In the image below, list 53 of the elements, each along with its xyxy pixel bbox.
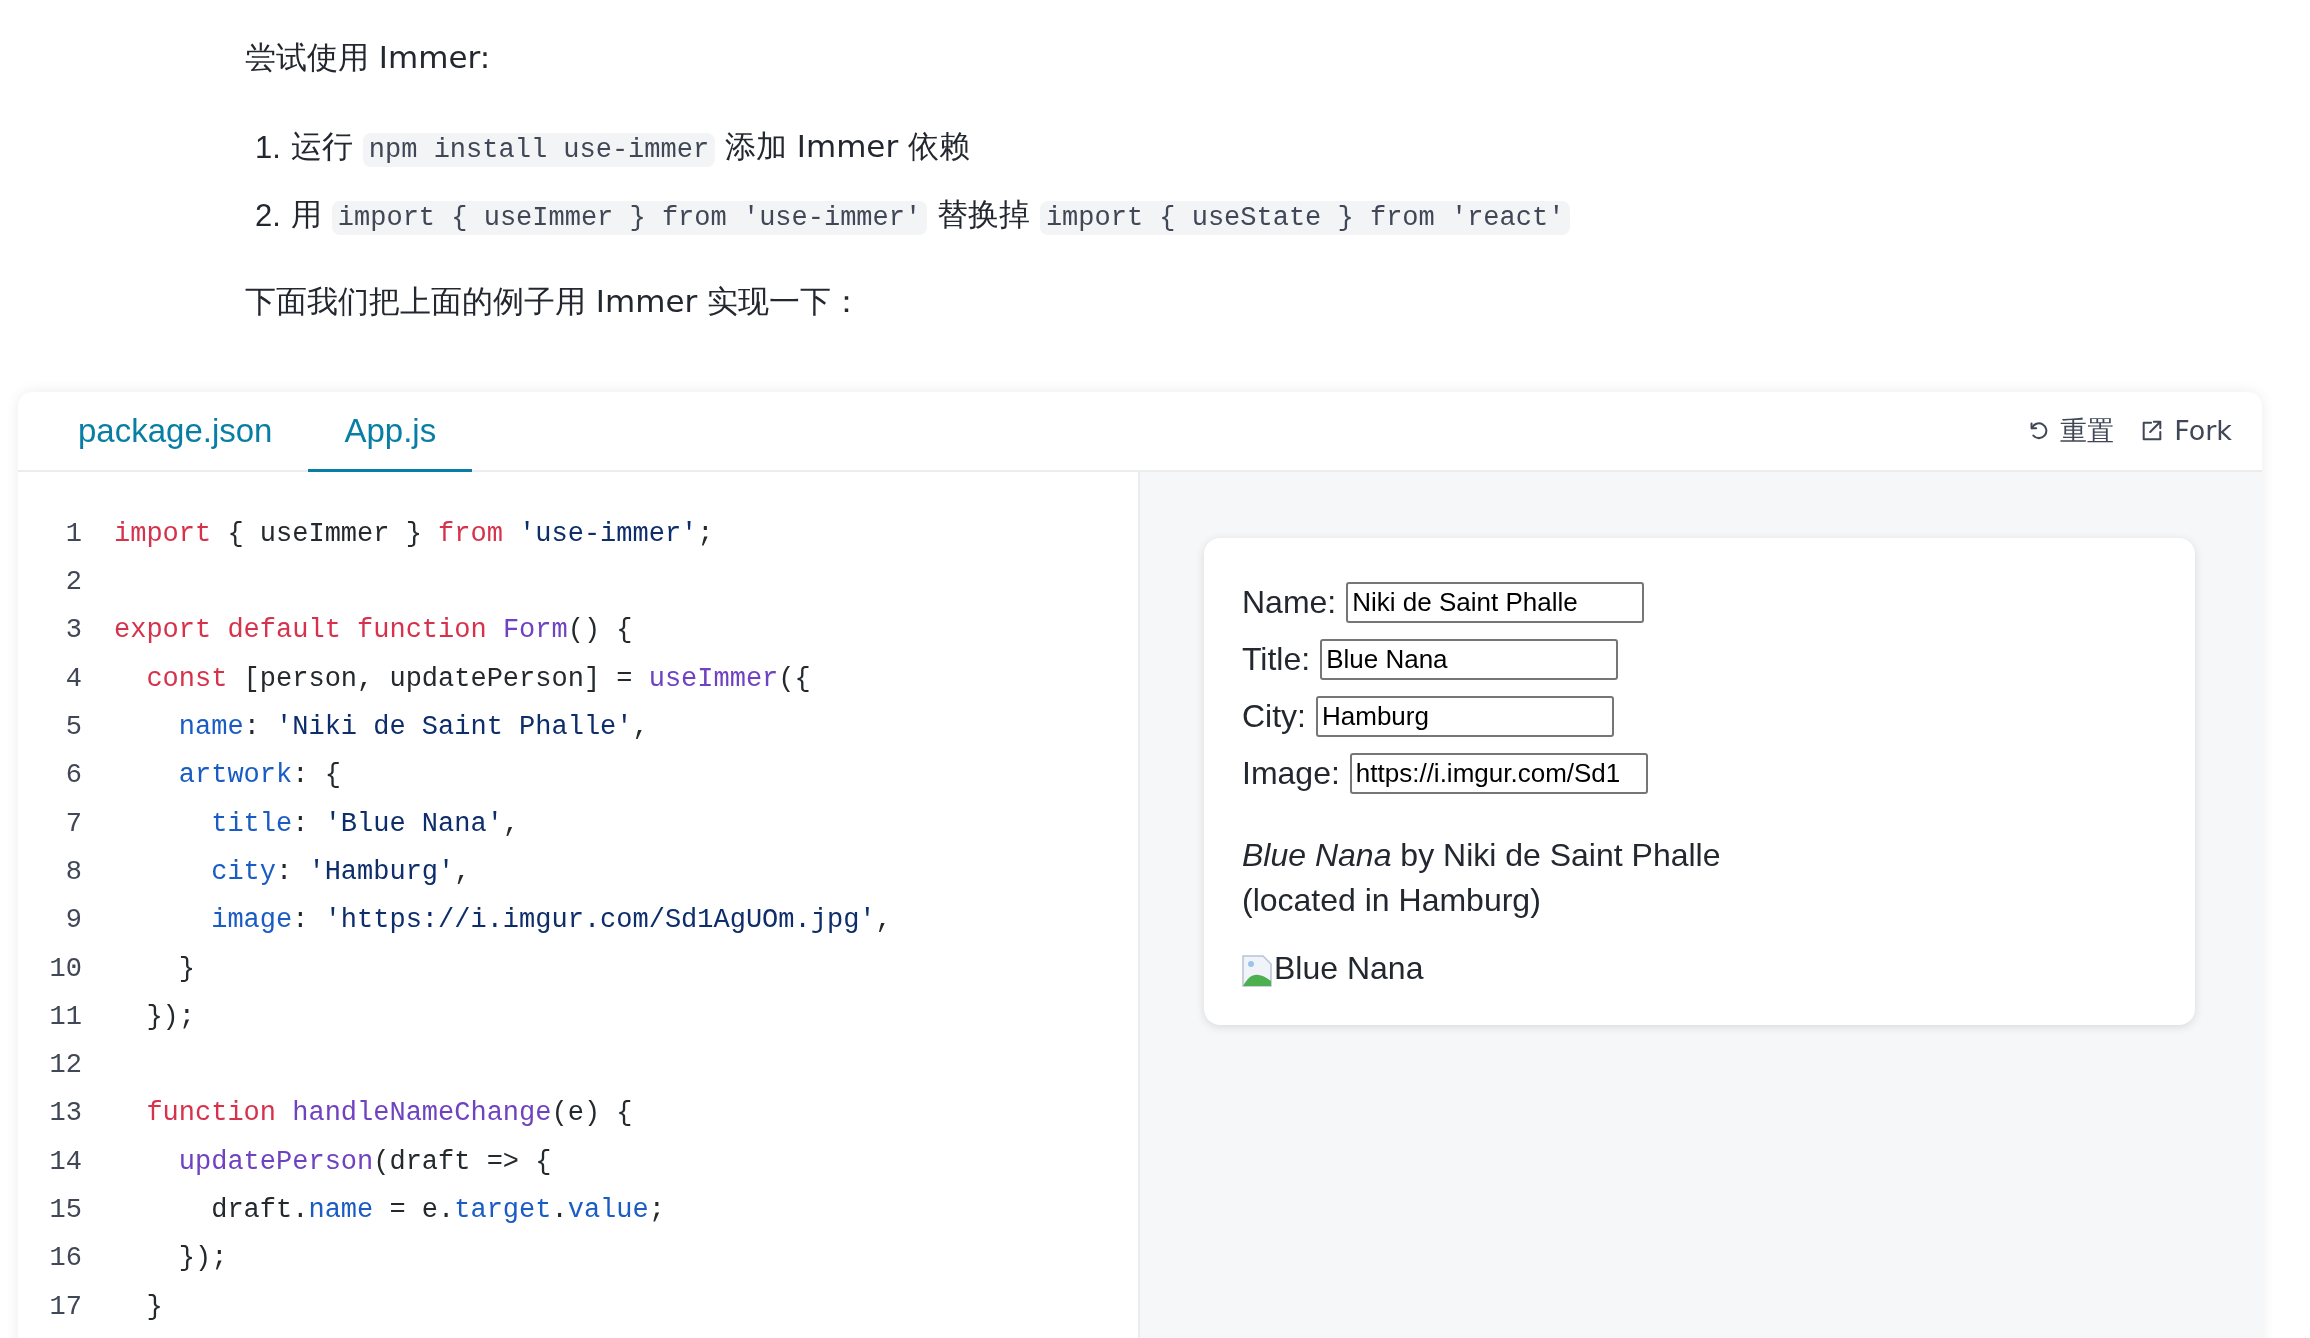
- line-number: 16: [48, 1242, 82, 1276]
- code-line: draft.name = e.target.value;: [210, 1194, 665, 1228]
- line-number: 8: [64, 855, 82, 889]
- line-number: 7: [64, 807, 82, 841]
- step-text: 运行 npm install use-immer 添加 Immer 依赖: [291, 127, 971, 169]
- code-line: const [person, updatePerson] = useImmer({: [145, 662, 811, 696]
- code-line: function handleNameChange(e) {: [145, 1097, 633, 1131]
- code-line: updatePerson(draft => {: [177, 1145, 552, 1179]
- line-number: 2: [64, 566, 82, 600]
- code-line: city: 'Hamburg',: [210, 855, 471, 889]
- line-number: 10: [48, 952, 82, 986]
- line-number: 13: [48, 1097, 82, 1131]
- line-number: 5: [64, 711, 82, 745]
- file-tab[interactable]: package.json: [42, 392, 309, 472]
- field-label: Image:: [1242, 754, 1340, 793]
- text-input[interactable]: https://i.imgur.com/Sd1: [1349, 752, 1648, 794]
- code-line: image: 'https://i.imgur.com/Sd1AgUOm.jpg',: [210, 904, 892, 938]
- reset-button[interactable]: 重置: [2026, 410, 2115, 452]
- line-number: 6: [64, 759, 82, 793]
- file-tab[interactable]: App.js: [308, 392, 473, 472]
- line-number: 15: [48, 1194, 82, 1228]
- text-input[interactable]: Niki de Saint Phalle: [1346, 581, 1645, 623]
- code-line: }: [145, 1290, 163, 1324]
- line-number: 9: [64, 904, 82, 938]
- line-number: 11: [48, 1000, 82, 1034]
- line-number: 17: [48, 1290, 82, 1324]
- code-line: });: [177, 1242, 228, 1276]
- code-line: import { useImmer } from 'use-immer';: [114, 517, 714, 551]
- code-line: artwork: {: [177, 759, 341, 793]
- step-text: 用 import { useImmer } from 'use-immer' 替换掉 import { useState } from 'react': [291, 192, 1571, 240]
- field-label: Name:: [1242, 583, 1337, 622]
- intro-text: 尝试使用 Immer:: [245, 38, 492, 77]
- text-input[interactable]: Hamburg: [1316, 695, 1614, 737]
- image-alt-text: Blue Nana: [1274, 949, 1424, 987]
- code-line: }: [177, 952, 195, 986]
- list-number: 2.: [255, 196, 282, 235]
- fork-button[interactable]: Fork: [2140, 410, 2232, 452]
- artwork-description: Blue Nana by Niki de Saint Phalle (located in Hamburg): [1242, 836, 1722, 920]
- code-line: title: 'Blue Nana',: [210, 807, 520, 841]
- list-number: 1.: [255, 128, 282, 167]
- outro-text: 下面我们把上面的例子用 Immer 实现一下：: [245, 282, 864, 321]
- code-line: });: [145, 1000, 195, 1034]
- field-label: City:: [1242, 697, 1306, 736]
- line-number: 3: [64, 614, 82, 648]
- code-line: export default function Form() {: [114, 614, 633, 648]
- code-line: name: 'Niki de Saint Phalle',: [177, 711, 649, 745]
- line-number: 12: [48, 1049, 82, 1083]
- text-input[interactable]: Blue Nana: [1320, 638, 1619, 680]
- broken-image-icon: [1242, 955, 1274, 987]
- line-number: 1: [64, 517, 82, 551]
- line-number: 4: [64, 662, 82, 696]
- line-number: 14: [48, 1145, 82, 1179]
- field-label: Title:: [1242, 640, 1311, 679]
